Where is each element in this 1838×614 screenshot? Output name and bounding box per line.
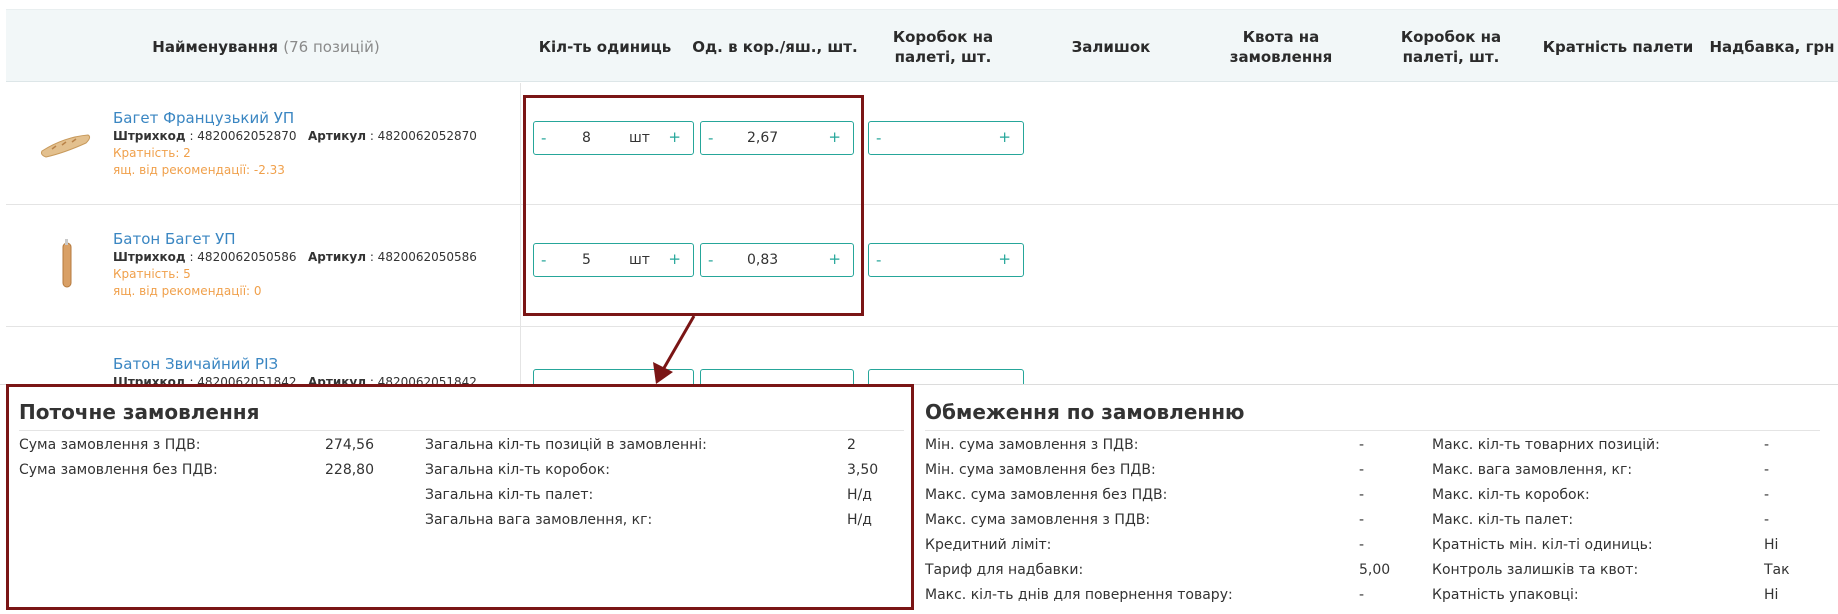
barcode-value: : 4820062050586 <box>189 250 297 264</box>
limit-value: - <box>1764 512 1770 528</box>
limit-value: - <box>1359 537 1365 553</box>
col-name-label: Найменування <box>152 37 279 56</box>
col-units-per-box-header[interactable]: Од. в кор./яш., шт. <box>690 10 860 83</box>
col-qty-units-header[interactable]: Кіл-ть одиниць <box>520 10 690 83</box>
limit-label: Кредитний ліміт: <box>925 537 1052 553</box>
limit-label: Макс. кіл-ть палет: <box>1432 512 1574 528</box>
order-limits-title: Обмеження по замовленню <box>925 400 1245 424</box>
limit-value: - <box>1359 437 1365 453</box>
increment-button[interactable]: + <box>998 128 1011 146</box>
product-name-link[interactable]: Батон Звичайний РІЗ <box>113 355 278 373</box>
limit-label: Контроль залишків та квот: <box>1432 562 1639 578</box>
highlight-steppers-box <box>523 95 864 316</box>
limit-label: Макс. сума замовлення з ПДВ: <box>925 512 1151 528</box>
increment-button[interactable]: + <box>998 250 1011 268</box>
table-row: Багет Французький УП Штрихкод : 48200620… <box>6 83 1838 205</box>
col-boxes-on-pallet-header[interactable]: Коробок на палеті, шт. <box>868 10 1018 83</box>
table-row: Батон Багет УП Штрихкод : 4820062050586 … <box>6 205 1838 327</box>
highlight-current-order-box <box>6 384 914 610</box>
product-recommendation: ящ. від рекомендації: 0 <box>113 284 262 298</box>
col-pallet-multiplicity-header[interactable]: Кратність палети <box>1538 10 1698 83</box>
limit-label: Мін. сума замовлення без ПДВ: <box>925 462 1156 478</box>
product-multiplicity: Кратність: 2 <box>113 146 191 160</box>
limit-label: Макс. кіл-ть коробок: <box>1432 487 1590 503</box>
col-name-count: (76 позицій) <box>283 37 380 56</box>
col-quota-header[interactable]: Квота на замовлення <box>1206 10 1356 83</box>
limit-label: Макс. вага замовлення, кг: <box>1432 462 1633 478</box>
col-markup-header[interactable]: Надбавка, грн <box>1706 10 1838 83</box>
limit-value: Так <box>1764 562 1790 578</box>
article-value: : 4820062052870 <box>369 129 477 143</box>
limit-value: - <box>1359 512 1365 528</box>
product-name-link[interactable]: Багет Французький УП <box>113 109 294 127</box>
col-boxes-on-pallet-2-header[interactable]: Коробок на палеті, шт. <box>1376 10 1526 83</box>
product-codes: Штрихкод : 4820062052870 Артикул : 48200… <box>113 129 477 143</box>
limit-value: Ні <box>1764 537 1779 553</box>
limit-value: - <box>1359 462 1365 478</box>
decrement-button[interactable]: - <box>876 129 881 147</box>
product-codes: Штрихкод : 4820062050586 Артикул : 48200… <box>113 250 477 264</box>
limit-value: - <box>1764 437 1770 453</box>
column-divider <box>520 83 521 204</box>
baton-image <box>62 239 72 288</box>
limit-label: Кратність мін. кіл-ті одиниць: <box>1432 537 1653 553</box>
limit-value: - <box>1359 587 1365 603</box>
limit-value: 5,00 <box>1359 562 1391 578</box>
pallet-boxes-stepper[interactable]: - + <box>868 121 1024 155</box>
limit-label: Тариф для надбавки: <box>925 562 1084 578</box>
article-label: Артикул <box>308 250 366 264</box>
limit-value: - <box>1764 462 1770 478</box>
decrement-button[interactable]: - <box>876 251 881 269</box>
product-name-link[interactable]: Батон Багет УП <box>113 230 236 248</box>
table-header: Найменування (76 позицій) Кіл-ть одиниць… <box>6 9 1838 82</box>
article-value: : 4820062050586 <box>369 250 477 264</box>
col-name-header[interactable]: Найменування (76 позицій) <box>66 10 466 83</box>
limit-value: Ні <box>1764 587 1779 603</box>
baguette-image <box>41 134 91 158</box>
limit-label: Макс. сума замовлення без ПДВ: <box>925 487 1168 503</box>
limit-label: Макс. кіл-ть днів для повернення товару: <box>925 587 1233 603</box>
divider <box>925 430 1820 431</box>
limit-label: Кратність упаковці: <box>1432 587 1579 603</box>
col-remainder-header[interactable]: Залишок <box>1036 10 1186 83</box>
limit-value: - <box>1764 487 1770 503</box>
column-divider <box>520 205 521 326</box>
barcode-label: Штрихкод <box>113 129 186 143</box>
barcode-value: : 4820062052870 <box>189 129 297 143</box>
product-recommendation: ящ. від рекомендації: -2.33 <box>113 163 285 177</box>
barcode-label: Штрихкод <box>113 250 186 264</box>
product-multiplicity: Кратність: 5 <box>113 267 191 281</box>
limit-label: Макс. кіл-ть товарних позицій: <box>1432 437 1660 453</box>
pallet-boxes-stepper[interactable]: - + <box>868 243 1024 277</box>
article-label: Артикул <box>308 129 366 143</box>
limit-value: - <box>1359 487 1365 503</box>
limit-label: Мін. сума замовлення з ПДВ: <box>925 437 1139 453</box>
